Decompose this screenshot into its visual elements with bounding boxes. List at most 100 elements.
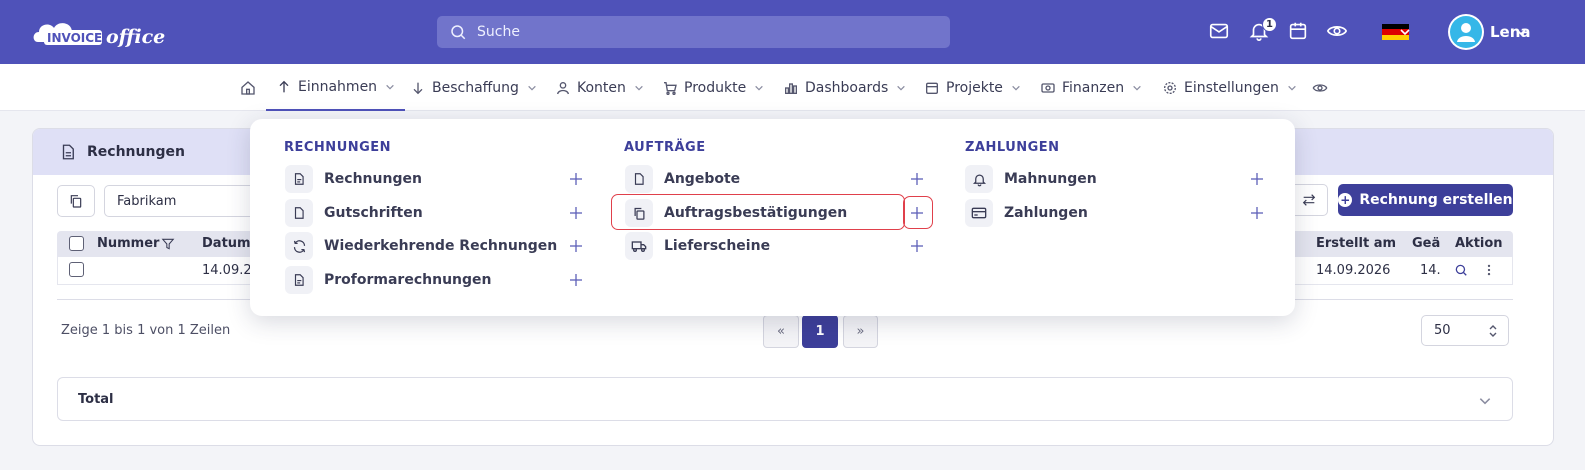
credit-card-icon bbox=[965, 199, 993, 227]
chevron-down-icon bbox=[897, 85, 906, 91]
add-zahlung-plus-icon[interactable] bbox=[1249, 205, 1265, 221]
row-created: 14.09.2026 bbox=[1316, 263, 1391, 278]
column-created[interactable]: Erstellt am bbox=[1316, 236, 1396, 251]
page-size-select[interactable]: 50 bbox=[1421, 315, 1509, 346]
nav-home[interactable] bbox=[240, 64, 256, 111]
column-date[interactable]: Datum bbox=[202, 236, 251, 251]
chevron-down-icon bbox=[386, 84, 394, 90]
calendar-icon[interactable] bbox=[1287, 20, 1311, 44]
page-size-value: 50 bbox=[1434, 323, 1451, 338]
swap-icon bbox=[1302, 194, 1316, 206]
total-panel[interactable]: Total bbox=[57, 377, 1513, 421]
nav-einstellungen[interactable]: Einstellungen bbox=[1162, 64, 1297, 111]
menu-item-proformarechnungen[interactable]: Proformarechnungen bbox=[285, 265, 491, 295]
pager-next[interactable]: » bbox=[843, 315, 878, 348]
banknote-icon bbox=[1041, 82, 1055, 93]
home-icon bbox=[241, 80, 255, 95]
document-icon bbox=[62, 144, 74, 160]
menu-heading-zahlungen: ZAHLUNGEN bbox=[965, 140, 1060, 155]
menu-heading-rechnungen: RECHNUNGEN bbox=[284, 140, 392, 155]
add-mahnung-plus-icon[interactable] bbox=[1249, 171, 1265, 187]
mail-icon[interactable] bbox=[1208, 20, 1232, 44]
menu-item-angebote[interactable]: Angebote bbox=[625, 164, 740, 194]
nav-label: Beschaffung bbox=[432, 79, 519, 96]
create-invoice-button[interactable]: + Rechnung erstellen bbox=[1338, 184, 1513, 216]
add-lieferschein-plus-icon[interactable] bbox=[909, 238, 925, 254]
customer-filter-input[interactable]: Fabrikam bbox=[104, 185, 274, 217]
menu-item-lieferscheine[interactable]: Lieferscheine bbox=[625, 231, 770, 261]
swap-button[interactable] bbox=[1290, 184, 1328, 216]
nav-beschaffung[interactable]: Beschaffung bbox=[410, 64, 537, 111]
cart-icon bbox=[664, 81, 677, 95]
column-action: Aktion bbox=[1455, 236, 1503, 251]
card-title: Rechnungen bbox=[87, 144, 185, 160]
nav-label: Finanzen bbox=[1062, 79, 1125, 96]
row-checkbox[interactable] bbox=[69, 262, 84, 277]
menu-item-mahnungen[interactable]: Mahnungen bbox=[965, 164, 1097, 194]
nav-projekte[interactable]: Projekte bbox=[924, 64, 1021, 111]
nav-label: Projekte bbox=[946, 79, 1003, 96]
refresh-icon bbox=[285, 232, 313, 260]
chevron-down-icon bbox=[528, 85, 536, 91]
more-vertical-icon[interactable] bbox=[1482, 263, 1496, 277]
menu-item-gutschriften[interactable]: Gutschriften bbox=[285, 198, 423, 228]
pager-page-1[interactable]: 1 bbox=[802, 315, 838, 348]
add-wiederkehrende-plus-icon[interactable] bbox=[568, 238, 584, 254]
filter-icon[interactable] bbox=[161, 237, 175, 251]
logo-text-left: INVOICE bbox=[47, 31, 102, 45]
bell-icon bbox=[965, 165, 993, 193]
row-summary: Zeige 1 bis 1 von 1 Zeilen bbox=[61, 323, 231, 338]
sort-arrows-icon bbox=[1489, 325, 1497, 337]
chevron-down-icon[interactable] bbox=[1399, 26, 1411, 38]
app-logo[interactable]: INVOICE office bbox=[30, 12, 180, 52]
add-angebot-plus-icon[interactable] bbox=[909, 171, 925, 187]
chevron-down-icon bbox=[1012, 85, 1020, 91]
search-bar[interactable]: Suche bbox=[437, 16, 950, 48]
add-gutschrift-plus-icon[interactable] bbox=[568, 205, 584, 221]
eye-icon bbox=[1312, 83, 1328, 92]
menu-item-wiederkehrende-rechnungen[interactable]: Wiederkehrende Rechnungen bbox=[285, 231, 557, 261]
highlight-auftragsbestaetigungen bbox=[611, 194, 905, 230]
document-icon bbox=[625, 165, 653, 193]
add-rechnung-plus-icon[interactable] bbox=[568, 171, 584, 187]
invoice-document-icon bbox=[285, 266, 313, 294]
calendar-icon bbox=[926, 82, 938, 94]
plus-circle-icon: + bbox=[1338, 193, 1353, 207]
document-icon bbox=[285, 199, 313, 227]
top-bar: INVOICE office Suche 1 Lena bbox=[0, 0, 1585, 64]
chevron-down-icon bbox=[1288, 85, 1296, 91]
nav-produkte[interactable]: Produkte bbox=[662, 64, 764, 111]
gear-icon bbox=[1164, 81, 1176, 94]
copy-button[interactable] bbox=[57, 185, 95, 217]
chevron-down-icon[interactable] bbox=[1478, 394, 1492, 408]
column-number[interactable]: Nummer bbox=[97, 236, 159, 251]
nav-einnahmen[interactable]: Einnahmen bbox=[266, 64, 406, 111]
notification-badge: 1 bbox=[1262, 17, 1277, 32]
row-due: 14. bbox=[1420, 263, 1441, 278]
nav-label: Einnahmen bbox=[298, 78, 378, 95]
select-all-checkbox[interactable] bbox=[69, 236, 84, 251]
total-label: Total bbox=[78, 392, 114, 407]
search-icon bbox=[451, 25, 466, 40]
search-icon[interactable] bbox=[1454, 263, 1468, 277]
nav-visibility[interactable] bbox=[1312, 64, 1328, 111]
highlight-add-auftragsbestaetigung bbox=[903, 196, 933, 229]
invoice-document-icon bbox=[285, 165, 313, 193]
menu-item-zahlungen[interactable]: Zahlungen bbox=[965, 198, 1088, 228]
column-due[interactable]: Geä bbox=[1412, 236, 1440, 251]
nav-label: Konten bbox=[577, 79, 626, 96]
logo-text-right: office bbox=[106, 26, 165, 48]
avatar[interactable] bbox=[1448, 14, 1484, 50]
nav-dashboards[interactable]: Dashboards bbox=[783, 64, 906, 111]
nav-finanzen[interactable]: Finanzen bbox=[1040, 64, 1142, 111]
chevron-down-icon bbox=[755, 85, 763, 91]
chevron-down-icon bbox=[1133, 85, 1141, 91]
menu-item-rechnungen[interactable]: Rechnungen bbox=[285, 164, 422, 194]
eye-icon[interactable] bbox=[1326, 20, 1350, 44]
pager-prev[interactable]: « bbox=[763, 315, 799, 348]
main-nav: Einnahmen Beschaffung Konten Produkte Da… bbox=[0, 64, 1585, 111]
add-proforma-plus-icon[interactable] bbox=[568, 272, 584, 288]
nav-konten[interactable]: Konten bbox=[555, 64, 644, 111]
nav-label: Produkte bbox=[684, 79, 747, 96]
chevron-down-icon[interactable] bbox=[1515, 26, 1527, 38]
